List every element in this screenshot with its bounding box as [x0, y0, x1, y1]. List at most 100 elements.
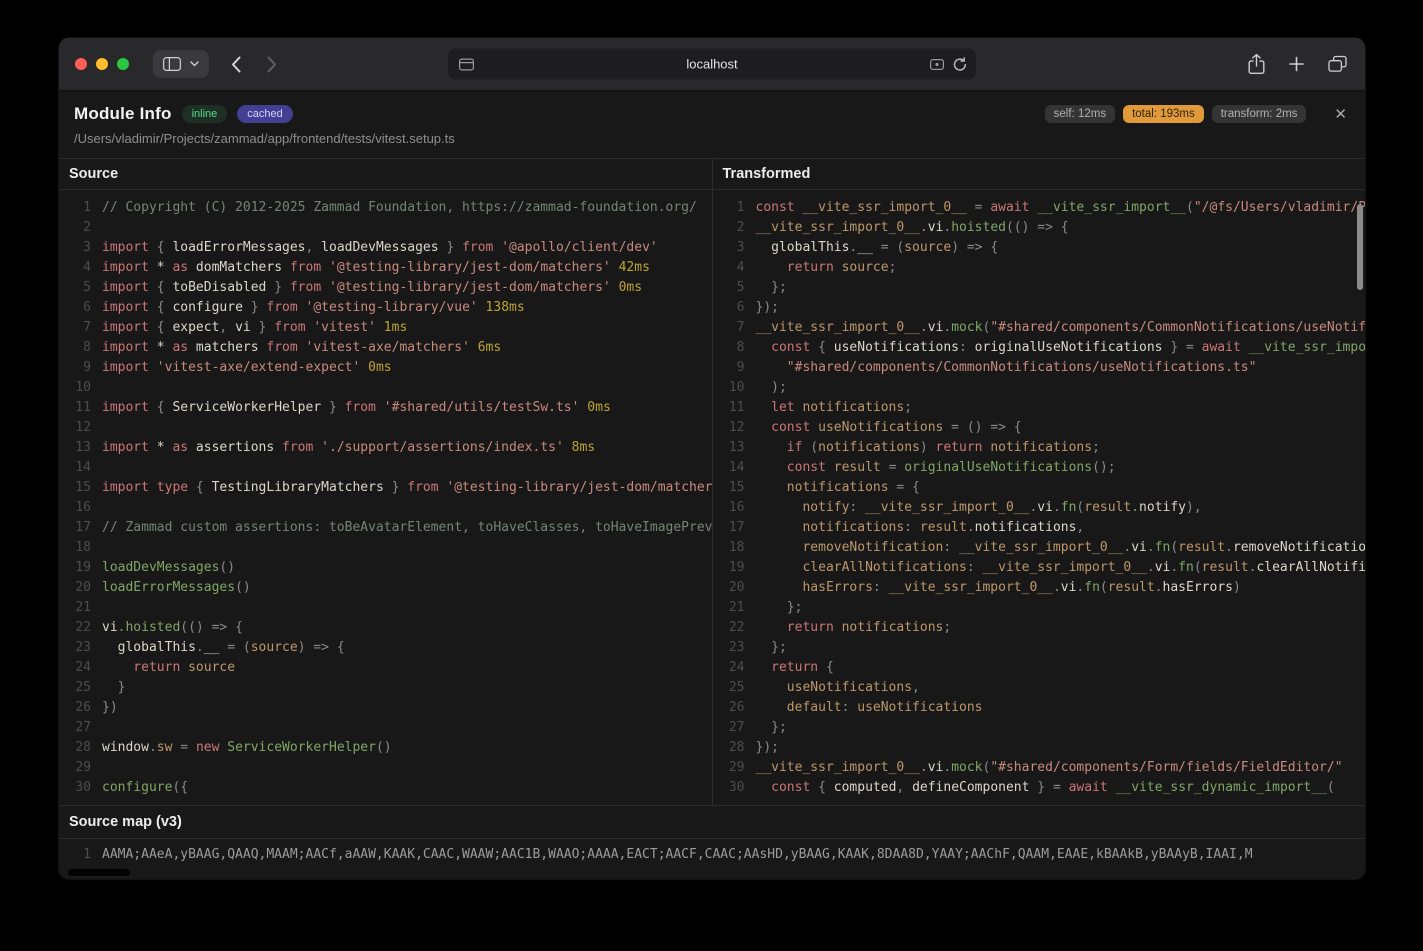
line-number: 14: [59, 458, 102, 478]
code-line: 8import * as matchers from 'vitest-axe/m…: [59, 338, 712, 358]
page-title: Module Info: [74, 104, 172, 124]
address-bar[interactable]: localhost: [448, 49, 976, 80]
forward-button[interactable]: [267, 56, 277, 73]
browser-toolbar: localhost: [59, 38, 1365, 91]
close-button[interactable]: ✕: [1332, 105, 1349, 124]
transformed-panel: Transformed 1const __vite_ssr_import_0__…: [712, 159, 1366, 805]
line-number: 23: [59, 638, 102, 658]
code-line: 10 );: [713, 378, 1366, 398]
code-line: 16 notify: __vite_ssr_import_0__.vi.fn(r…: [713, 498, 1366, 518]
share-button[interactable]: [1248, 54, 1265, 75]
line-number: 15: [713, 478, 756, 498]
window-zoom-button[interactable]: [117, 58, 129, 70]
back-button[interactable]: [231, 56, 241, 73]
line-number: 13: [59, 438, 102, 458]
code-line: 2__vite_ssr_import_0__.vi.hoisted(() => …: [713, 218, 1366, 238]
line-number: 28: [59, 738, 102, 758]
new-tab-button[interactable]: [1289, 57, 1304, 72]
line-number: 19: [713, 558, 756, 578]
code-line: 14: [59, 458, 712, 478]
vertical-scrollbar-thumb[interactable]: [1357, 204, 1363, 290]
code-line: 1AAMA;AAeA,yBAAG,QAAQ,MAAM;AACf,aAAW,KAA…: [59, 845, 1365, 865]
code-line: 12: [59, 418, 712, 438]
code-line: 11 let notifications;: [713, 398, 1366, 418]
window-close-button[interactable]: [75, 58, 87, 70]
code-line: 14 const result = originalUseNotificatio…: [713, 458, 1366, 478]
line-number: 22: [713, 618, 756, 638]
window-minimize-button[interactable]: [96, 58, 108, 70]
line-number: 11: [713, 398, 756, 418]
code-line: 8 const { useNotifications: originalUseN…: [713, 338, 1366, 358]
code-line: 21 };: [713, 598, 1366, 618]
line-number: 2: [713, 218, 756, 238]
line-number: 20: [59, 578, 102, 598]
cached-badge: cached: [237, 105, 292, 123]
line-number: 12: [59, 418, 102, 438]
code-line: 30 const { computed, defineComponent } =…: [713, 778, 1366, 798]
source-panel: Source 1// Copyright (C) 2012-2025 Zamma…: [59, 159, 712, 805]
line-number: 7: [713, 318, 756, 338]
line-number: 17: [713, 518, 756, 538]
line-number: 8: [59, 338, 102, 358]
self-time-pill: self: 12ms: [1045, 105, 1115, 123]
line-number: 29: [713, 758, 756, 778]
code-panes: Source 1// Copyright (C) 2012-2025 Zamma…: [59, 158, 1365, 805]
line-number: 26: [59, 698, 102, 718]
code-line: 15import type { TestingLibraryMatchers }…: [59, 478, 712, 498]
line-number: 21: [59, 598, 102, 618]
url-text: localhost: [686, 57, 737, 72]
line-number: 11: [59, 398, 102, 418]
code-line: 2: [59, 218, 712, 238]
line-number: 6: [59, 298, 102, 318]
transformed-code[interactable]: 1const __vite_ssr_import_0__ = await __v…: [713, 190, 1366, 805]
code-line: 5import { toBeDisabled } from '@testing-…: [59, 278, 712, 298]
horizontal-scrollbar-thumb[interactable]: [68, 869, 130, 876]
total-time-pill: total: 193ms: [1123, 105, 1204, 123]
code-line: 4 return source;: [713, 258, 1366, 278]
line-number: 16: [59, 498, 102, 518]
inline-badge: inline: [182, 105, 228, 123]
site-permissions-icon[interactable]: [930, 59, 944, 70]
transform-time-pill: transform: 2ms: [1212, 105, 1307, 123]
code-line: 18 removeNotification: __vite_ssr_import…: [713, 538, 1366, 558]
code-line: 23 globalThis.__ = (source) => {: [59, 638, 712, 658]
code-line: 5 };: [713, 278, 1366, 298]
line-number: 8: [713, 338, 756, 358]
line-number: 23: [713, 638, 756, 658]
line-number: 18: [713, 538, 756, 558]
line-number: 1: [713, 198, 756, 218]
sourcemap-code[interactable]: 1AAMA;AAeA,yBAAG,QAAQ,MAAM;AACf,aAAW,KAA…: [59, 839, 1365, 865]
code-line: 29__vite_ssr_import_0__.vi.mock("#shared…: [713, 758, 1366, 778]
line-number: 12: [713, 418, 756, 438]
line-number: 24: [713, 658, 756, 678]
line-number: 2: [59, 218, 102, 238]
code-line: 9import 'vitest-axe/extend-expect' 0ms: [59, 358, 712, 378]
line-number: 5: [59, 278, 102, 298]
code-line: 15 notifications = {: [713, 478, 1366, 498]
code-line: 17// Zammad custom assertions: toBeAvata…: [59, 518, 712, 538]
sidebar-toggle-button[interactable]: [153, 50, 209, 78]
code-line: 21: [59, 598, 712, 618]
code-line: 13 if (notifications) return notificatio…: [713, 438, 1366, 458]
source-code[interactable]: 1// Copyright (C) 2012-2025 Zammad Found…: [59, 190, 712, 805]
line-number: 4: [713, 258, 756, 278]
line-number: 6: [713, 298, 756, 318]
page-settings-icon[interactable]: [459, 58, 474, 70]
code-line: 24 return {: [713, 658, 1366, 678]
transformed-panel-title: Transformed: [713, 159, 1366, 190]
line-number: 9: [713, 358, 756, 378]
sourcemap-title: Source map (v3): [59, 806, 1365, 839]
reload-icon[interactable]: [953, 57, 967, 72]
code-line: 19loadDevMessages(): [59, 558, 712, 578]
code-line: 28window.sw = new ServiceWorkerHelper(): [59, 738, 712, 758]
code-line: 23 };: [713, 638, 1366, 658]
line-number: 17: [59, 518, 102, 538]
code-line: 18: [59, 538, 712, 558]
browser-window: localhost Module Info: [59, 38, 1365, 879]
code-line: 20 hasErrors: __vite_ssr_import_0__.vi.f…: [713, 578, 1366, 598]
line-number: 1: [59, 845, 102, 865]
code-line: 17 notifications: result.notifications,: [713, 518, 1366, 538]
chevron-down-icon[interactable]: [190, 61, 199, 67]
tab-overview-button[interactable]: [1328, 56, 1347, 73]
line-number: 26: [713, 698, 756, 718]
